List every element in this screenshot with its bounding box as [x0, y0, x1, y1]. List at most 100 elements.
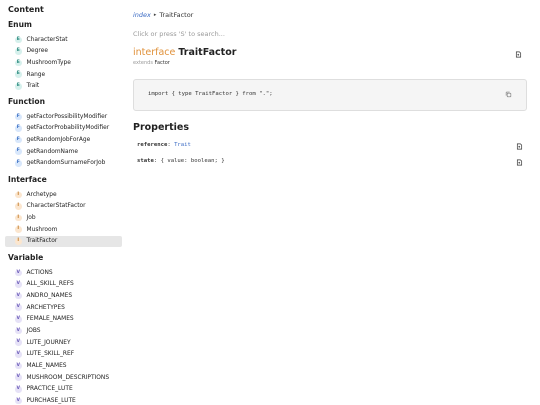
sidebar-item-actions[interactable]: V ACTIONS: [5, 267, 122, 279]
sidebar-item-characterstatfactor[interactable]: I CharacterStatFactor: [5, 201, 122, 213]
interface-kind-icon: I: [15, 226, 22, 233]
property-separator: :: [153, 158, 161, 164]
sidebar-section-interface[interactable]: Interface: [8, 175, 47, 184]
sidebar: Content Enum E CharacterStat E Degree E Mushro…: [0, 0, 125, 405]
interface-name: TraitFactor: [178, 47, 237, 58]
sidebar-item-all-skill-refs[interactable]: V ALL_SKILL_REFS: [5, 279, 122, 291]
sidebar-item-label: Mushroom: [26, 226, 58, 233]
enum-kind-icon: E: [15, 48, 22, 55]
variable-kind-icon: V: [15, 374, 22, 381]
link-icon[interactable]: [515, 51, 522, 58]
sidebar-item-trait[interactable]: E Trait: [5, 81, 122, 93]
property-name: state: [137, 158, 154, 164]
variable-kind-icon: V: [15, 386, 22, 393]
sidebar-item-mushroom[interactable]: I Mushroom: [5, 224, 122, 236]
sidebar-item-label: FEMALE_NAMES: [26, 316, 74, 323]
sidebar-item-label: Archetype: [26, 191, 57, 198]
sidebar-item-getrandomname[interactable]: FgetRandomName: [5, 146, 122, 158]
breadcrumb: index ▸ TraitFactor: [133, 11, 193, 19]
sidebar-item-archetypes[interactable]: V ARCHETYPES: [5, 302, 122, 314]
variable-kind-icon: V: [15, 327, 22, 335]
variable-kind-icon: V: [15, 362, 22, 370]
variable-kind-icon: V: [15, 316, 22, 323]
breadcrumb-current: TraitFactor: [159, 11, 194, 19]
sidebar-item-female-names[interactable]: V FEMALE_NAMES: [5, 314, 122, 326]
interface-kind-icon: I: [15, 214, 22, 222]
sidebar-item-degree[interactable]: E Degree: [5, 46, 122, 58]
sidebar-item-mushroom-descriptions[interactable]: V MUSHROOM_DESCRIPTIONS: [5, 372, 122, 384]
enum-kind-icon: E: [15, 83, 22, 90]
sidebar-item-label: getFactorProbabilityModifier: [26, 125, 110, 132]
sidebar-section-function[interactable]: Function: [8, 97, 45, 106]
property-name: reference: [137, 142, 168, 148]
sidebar-item-label: MUSHROOM_DESCRIPTIONS: [26, 374, 110, 381]
enum-kind-icon: E: [15, 59, 22, 67]
sidebar-item-traitfactor[interactable]: I TraitFactor: [5, 235, 122, 248]
extends-line: extends Factor: [133, 60, 170, 66]
sidebar-item-lute-skill-ref[interactable]: V LUTE_SKILL_REF: [5, 349, 122, 361]
variable-kind-icon: V: [15, 339, 22, 346]
breadcrumb-separator: ▸: [153, 12, 157, 18]
sidebar-item-job[interactable]: I Job: [5, 212, 122, 224]
sidebar-item-label: PURCHASE_LUTE: [26, 397, 76, 404]
interface-keyword: interface: [133, 47, 176, 58]
sidebar-item-practice-lute[interactable]: V PRACTICE_LUTE: [5, 384, 122, 396]
property-type-link[interactable]: Trait: [174, 142, 191, 148]
sidebar-item-range[interactable]: E Range: [5, 69, 122, 81]
sidebar-item-mushroomtype[interactable]: E MushroomType: [5, 57, 122, 69]
sidebar-item-getfactorpossibilitymodifier[interactable]: FgetFactorPossibilityModifier: [5, 111, 122, 123]
function-kind-icon: F: [15, 148, 22, 155]
breadcrumb-index-link[interactable]: index: [133, 11, 151, 19]
sidebar-item-label: Trait: [26, 83, 40, 90]
page-title: interface TraitFactor: [133, 47, 236, 58]
sidebar-item-label: MushroomType: [26, 60, 71, 67]
variable-kind-icon: V: [15, 397, 22, 405]
property-reference: reference: Trait: [137, 142, 191, 148]
enum-kind-icon: E: [15, 71, 22, 78]
search-input[interactable]: Click or press 'S' to search...: [133, 30, 225, 38]
interface-kind-icon: I: [15, 203, 22, 210]
variable-kind-icon: V: [15, 269, 22, 276]
sidebar-item-label: Range: [26, 71, 46, 78]
function-kind-icon: F: [15, 113, 22, 120]
sidebar-section-enum[interactable]: Enum: [8, 20, 32, 29]
sidebar-item-label: ANDRO_NAMES: [26, 293, 73, 300]
variable-kind-icon: V: [15, 351, 22, 358]
extends-label: extends: [133, 60, 153, 66]
function-kind-icon: F: [15, 136, 22, 144]
sidebar-section-variable[interactable]: Variable: [8, 253, 43, 262]
sidebar-item-label: CharacterStat: [26, 36, 68, 43]
link-icon[interactable]: [516, 143, 523, 150]
import-code-block: import { type TraitFactor } from ".";: [133, 79, 527, 111]
property-type: { value: boolean; }: [160, 158, 225, 164]
sidebar-item-getrandomjobforage[interactable]: FgetRandomJobForAge: [5, 134, 122, 146]
variable-kind-icon: V: [15, 304, 22, 311]
sidebar-item-archetype[interactable]: I Archetype: [5, 189, 122, 201]
variable-kind-icon: V: [15, 281, 22, 288]
sidebar-item-andro-names[interactable]: V ANDRO_NAMES: [5, 290, 122, 302]
sidebar-item-label: Degree: [26, 48, 48, 55]
sidebar-item-label: PRACTICE_LUTE: [26, 386, 73, 393]
sidebar-item-label: CharacterStatFactor: [26, 203, 86, 210]
sidebar-title: Content: [8, 5, 44, 14]
link-icon[interactable]: [516, 159, 523, 166]
sidebar-item-male-names[interactable]: V MALE_NAMES: [5, 360, 122, 372]
sidebar-item-label: LUTE_JOURNEY: [26, 339, 71, 346]
sidebar-item-characterstat[interactable]: E CharacterStat: [5, 34, 122, 46]
extends-name-link[interactable]: Factor: [155, 60, 170, 66]
sidebar-item-lute-journey[interactable]: V LUTE_JOURNEY: [5, 337, 122, 349]
copy-icon[interactable]: [505, 91, 512, 98]
sidebar-item-jobs[interactable]: V JOBS: [5, 325, 122, 337]
sidebar-item-getrandomsurnameforjob[interactable]: FgetRandomSurnameForJob: [5, 158, 122, 170]
function-kind-icon: F: [15, 125, 22, 132]
sidebar-item-getfactorprobabilitymodifier[interactable]: FgetFactorProbabilityModifier: [5, 123, 122, 135]
sidebar-item-purchase-lute[interactable]: V PURCHASE_LUTE: [5, 395, 122, 405]
sidebar-item-label: getRandomSurnameForJob: [26, 160, 106, 167]
sidebar-item-label: JOBS: [26, 328, 41, 334]
sidebar-item-label: MALE_NAMES: [26, 362, 67, 369]
interface-kind-icon: I: [15, 191, 22, 198]
sidebar-item-label: ACTIONS: [26, 269, 53, 276]
sidebar-item-label: getRandomName: [26, 148, 78, 155]
sidebar-item-label: getRandomJobForAge: [26, 137, 91, 144]
sidebar-item-label: getFactorPossibilityModifier: [26, 113, 108, 120]
